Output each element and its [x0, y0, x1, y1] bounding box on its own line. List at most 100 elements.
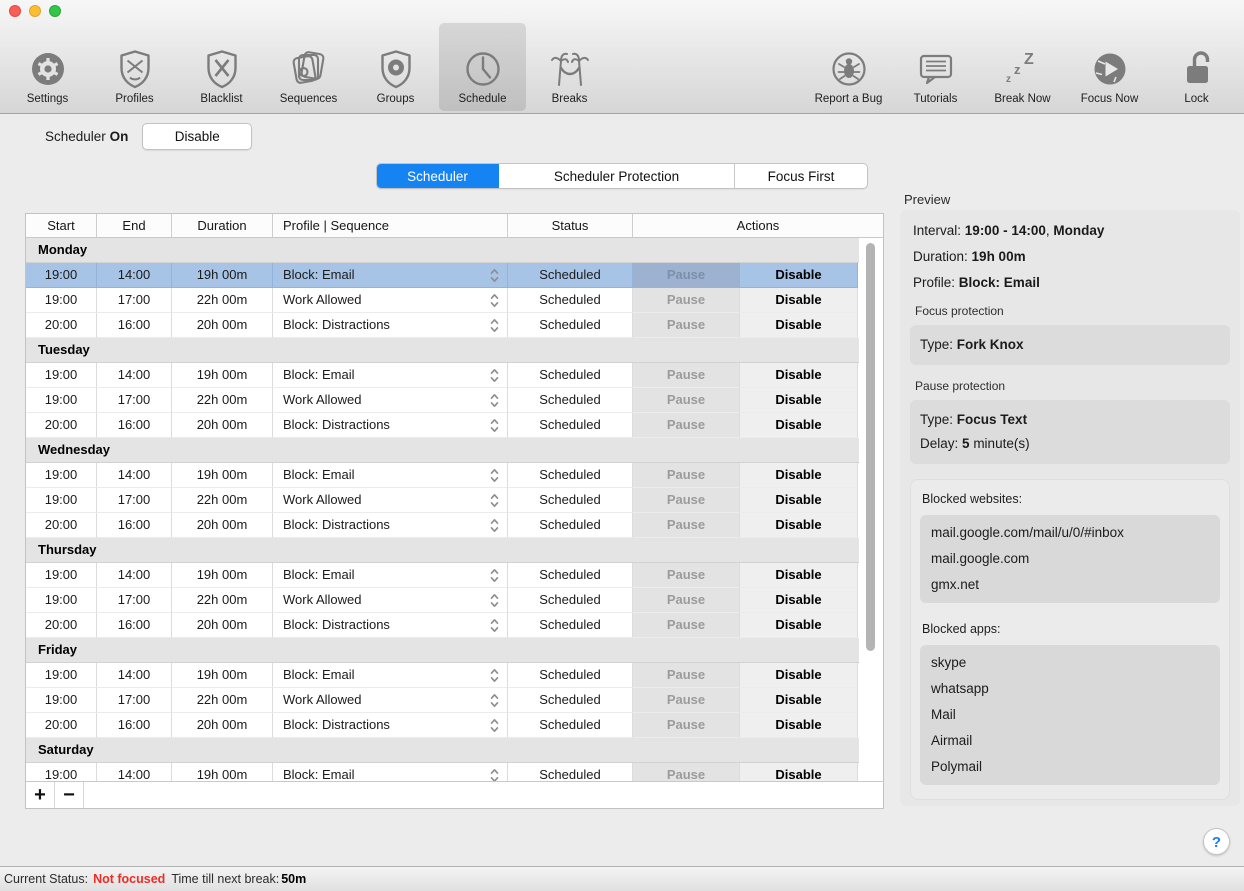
tab-scheduler[interactable]: Scheduler [377, 164, 499, 188]
schedule-row[interactable]: 19:00 17:00 22h 00m Work Allowed Scheduled P… [26, 288, 883, 313]
pause-button[interactable]: Pause [633, 563, 740, 588]
column-header-profile-sequence[interactable]: Profile | Sequence [273, 214, 508, 237]
pause-button[interactable]: Pause [633, 413, 740, 438]
disable-button[interactable]: Disable [740, 313, 858, 338]
column-header-duration[interactable]: Duration [172, 214, 273, 237]
pause-button[interactable]: Pause [633, 488, 740, 513]
table-scrollbar[interactable] [866, 243, 875, 651]
tab-scheduler-protection[interactable]: Scheduler Protection [499, 164, 735, 188]
toolbar-item-schedule[interactable]: Schedule [439, 23, 526, 111]
row-status: Scheduled [508, 263, 633, 288]
toolbar-item-break-now[interactable]: z z Z Break Now [979, 23, 1066, 111]
close-window-button[interactable] [9, 5, 21, 17]
disable-button[interactable]: Disable [740, 688, 858, 713]
disable-button[interactable]: Disable [740, 413, 858, 438]
profile-select[interactable]: Work Allowed [273, 488, 508, 513]
disable-button[interactable]: Disable [740, 263, 858, 288]
schedule-row[interactable]: 19:00 17:00 22h 00m Work Allowed Scheduled P… [26, 688, 883, 713]
disable-button[interactable]: Disable [740, 488, 858, 513]
pause-button[interactable]: Pause [633, 263, 740, 288]
tab-focus-first[interactable]: Focus First [735, 164, 867, 188]
profile-select[interactable]: Block: Distractions [273, 313, 508, 338]
pause-protection-delay: Delay: 5 minute(s) [920, 436, 1030, 451]
row-status: Scheduled [508, 563, 633, 588]
minimize-window-button[interactable] [29, 5, 41, 17]
remove-schedule-button[interactable]: − [55, 782, 84, 808]
profile-select[interactable]: Block: Email [273, 263, 508, 288]
profile-select[interactable]: Block: Email [273, 363, 508, 388]
pause-button[interactable]: Pause [633, 588, 740, 613]
disable-button[interactable]: Disable [740, 713, 858, 738]
pause-button[interactable]: Pause [633, 663, 740, 688]
schedule-row[interactable]: 19:00 14:00 19h 00m Block: Email Scheduled P… [26, 463, 883, 488]
pause-button[interactable]: Pause [633, 613, 740, 638]
profile-select[interactable]: Work Allowed [273, 588, 508, 613]
pause-button[interactable]: Pause [633, 313, 740, 338]
profile-select[interactable]: Block: Email [273, 563, 508, 588]
schedule-row[interactable]: 19:00 14:00 19h 00m Block: Email Scheduled P… [26, 363, 883, 388]
row-start-time: 20:00 [26, 713, 97, 738]
schedule-row[interactable]: 19:00 14:00 19h 00m Block: Email Scheduled P… [26, 663, 883, 688]
schedule-row[interactable]: 20:00 16:00 20h 00m Block: Distractions Sch… [26, 613, 883, 638]
profile-select[interactable]: Work Allowed [273, 688, 508, 713]
disable-button[interactable]: Disable [740, 513, 858, 538]
column-header-start[interactable]: Start [26, 214, 97, 237]
profile-select[interactable]: Work Allowed [273, 388, 508, 413]
disable-button[interactable]: Disable [740, 588, 858, 613]
pause-button[interactable]: Pause [633, 763, 740, 781]
profile-select[interactable]: Block: Distractions [273, 413, 508, 438]
schedule-row[interactable]: 20:00 16:00 20h 00m Block: Distractions Sch… [26, 713, 883, 738]
disable-button[interactable]: Disable [740, 663, 858, 688]
disable-button[interactable]: Disable [740, 363, 858, 388]
schedule-row[interactable]: 19:00 14:00 19h 00m Block: Email Scheduled P… [26, 763, 883, 781]
schedule-row[interactable]: 19:00 17:00 22h 00m Work Allowed Scheduled P… [26, 588, 883, 613]
column-header-end[interactable]: End [97, 214, 172, 237]
toolbar-item-groups[interactable]: Groups [352, 23, 439, 111]
schedule-row[interactable]: 19:00 14:00 19h 00m Block: Email Scheduled P… [26, 263, 883, 288]
toolbar-item-breaks[interactable]: Breaks [526, 23, 613, 111]
toolbar-item-tutorials[interactable]: Tutorials [892, 23, 979, 111]
disable-button[interactable]: Disable [740, 288, 858, 313]
pause-button[interactable]: Pause [633, 363, 740, 388]
toolbar-item-report-a-bug[interactable]: Report a Bug [805, 23, 892, 111]
pause-button[interactable]: Pause [633, 288, 740, 313]
profile-select[interactable]: Block: Distractions [273, 713, 508, 738]
schedule-table-body: Monday 19:00 14:00 19h 00m Block: Email Sche… [26, 238, 883, 781]
pause-button[interactable]: Pause [633, 388, 740, 413]
zoom-window-button[interactable] [49, 5, 61, 17]
groups-icon [374, 47, 418, 91]
disable-button[interactable]: Disable [740, 463, 858, 488]
toolbar-item-lock[interactable]: Lock [1153, 23, 1240, 111]
disable-button[interactable]: Disable [740, 563, 858, 588]
profile-select[interactable]: Block: Distractions [273, 513, 508, 538]
toolbar-item-sequences[interactable]: Sequences [265, 23, 352, 111]
column-header-status[interactable]: Status [508, 214, 633, 237]
add-schedule-button[interactable]: + [26, 782, 55, 808]
disable-button[interactable]: Disable [740, 388, 858, 413]
scheduler-disable-button[interactable]: Disable [142, 122, 253, 150]
profile-select[interactable]: Block: Email [273, 463, 508, 488]
profile-select[interactable]: Block: Distractions [273, 613, 508, 638]
toolbar-item-focus-now[interactable]: Focus Now [1066, 23, 1153, 111]
profile-select[interactable]: Block: Email [273, 763, 508, 781]
help-button[interactable]: ? [1203, 828, 1230, 855]
pause-button[interactable]: Pause [633, 463, 740, 488]
row-end-time: 17:00 [97, 488, 172, 513]
disable-button[interactable]: Disable [740, 613, 858, 638]
pause-button[interactable]: Pause [633, 513, 740, 538]
schedule-row[interactable]: 19:00 17:00 22h 00m Work Allowed Scheduled P… [26, 488, 883, 513]
profile-select[interactable]: Work Allowed [273, 288, 508, 313]
toolbar-item-blacklist[interactable]: Blacklist [178, 23, 265, 111]
toolbar-item-settings[interactable]: Settings [4, 23, 91, 111]
column-header-actions[interactable]: Actions [633, 214, 883, 237]
pause-button[interactable]: Pause [633, 713, 740, 738]
schedule-row[interactable]: 20:00 16:00 20h 00m Block: Distractions Sch… [26, 313, 883, 338]
schedule-row[interactable]: 19:00 17:00 22h 00m Work Allowed Scheduled P… [26, 388, 883, 413]
schedule-row[interactable]: 19:00 14:00 19h 00m Block: Email Scheduled P… [26, 563, 883, 588]
disable-button[interactable]: Disable [740, 763, 858, 781]
profile-select[interactable]: Block: Email [273, 663, 508, 688]
schedule-row[interactable]: 20:00 16:00 20h 00m Block: Distractions Sch… [26, 513, 883, 538]
schedule-row[interactable]: 20:00 16:00 20h 00m Block: Distractions Sch… [26, 413, 883, 438]
toolbar-item-profiles[interactable]: Profiles [91, 23, 178, 111]
pause-button[interactable]: Pause [633, 688, 740, 713]
